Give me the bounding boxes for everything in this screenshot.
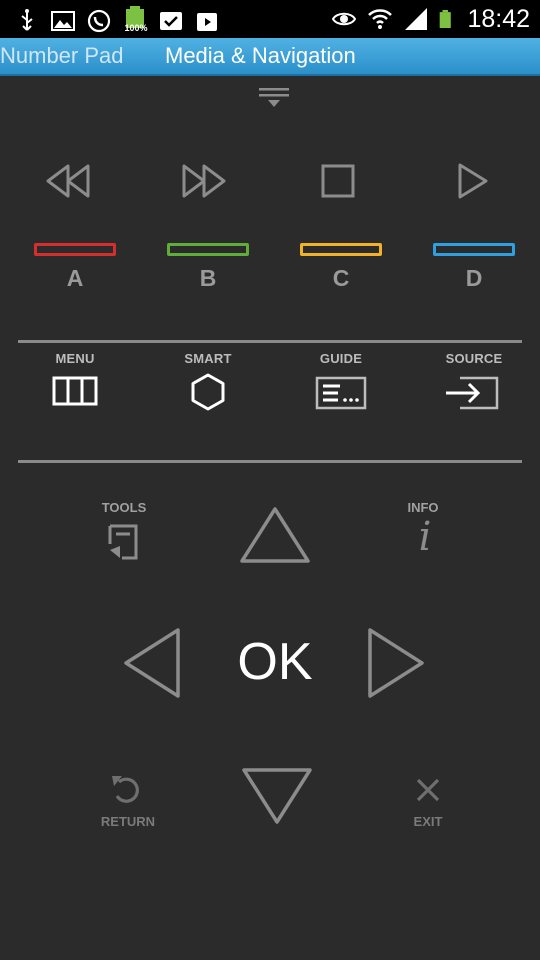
tools-icon[interactable] (104, 520, 144, 562)
color-button-d[interactable] (433, 243, 515, 256)
info-icon[interactable]: i (405, 514, 445, 560)
divider-top (18, 340, 522, 343)
whatsapp-icon (87, 9, 111, 33)
status-bar: 100% 18:42 (0, 0, 540, 38)
stop-icon[interactable] (313, 156, 363, 206)
return-icon[interactable] (108, 772, 144, 806)
nav-up-icon[interactable] (238, 505, 312, 565)
fast-forward-icon[interactable] (178, 156, 228, 206)
tab-media-navigation[interactable]: Media & Navigation (165, 38, 356, 76)
play-icon[interactable] (448, 156, 498, 206)
nav-right-icon[interactable] (366, 626, 426, 700)
smart-label: SMART (184, 351, 232, 366)
eye-icon (332, 12, 357, 26)
nav-down-icon[interactable] (240, 766, 314, 826)
menu-label: MENU (55, 351, 95, 366)
color-button-a[interactable] (34, 243, 116, 256)
color-label-b: B (199, 265, 217, 291)
battery-percent-label: 100% (124, 23, 148, 33)
drawer-handle-icon[interactable] (258, 86, 290, 110)
return-label: RETURN (100, 814, 156, 829)
signal-icon (405, 8, 428, 30)
usb-icon (21, 9, 33, 31)
color-label-d: D (465, 265, 483, 291)
clock: 18:42 (467, 5, 530, 33)
tab-bar: Number Pad Media & Navigation (0, 38, 540, 76)
play-store-icon (197, 13, 217, 31)
ok-button[interactable]: OK (215, 628, 335, 698)
color-button-c[interactable] (300, 243, 382, 256)
battery-full-icon: 100% (122, 6, 148, 36)
task-check-icon (160, 12, 182, 30)
exit-label: EXIT (413, 814, 443, 829)
source-label: SOURCE (445, 351, 503, 366)
tools-label: TOOLS (101, 500, 147, 515)
battery-icon (440, 10, 452, 28)
info-label: INFO (407, 500, 439, 515)
exit-icon[interactable] (412, 774, 444, 806)
wifi-icon (368, 9, 393, 29)
guide-label: GUIDE (319, 351, 363, 366)
nav-left-icon[interactable] (122, 626, 182, 700)
color-label-a: A (66, 265, 84, 291)
guide-list-icon[interactable] (314, 372, 368, 412)
source-input-icon[interactable] (446, 372, 500, 412)
gallery-icon (51, 11, 75, 31)
tab-number-pad[interactable]: Number Pad (0, 38, 124, 76)
menu-grid-icon[interactable] (48, 372, 102, 412)
color-label-c: C (332, 265, 350, 291)
rewind-icon[interactable] (44, 156, 94, 206)
tab-underline (0, 74, 540, 76)
color-button-b[interactable] (167, 243, 249, 256)
hexagon-icon[interactable] (181, 372, 235, 412)
divider-bottom (18, 460, 522, 463)
